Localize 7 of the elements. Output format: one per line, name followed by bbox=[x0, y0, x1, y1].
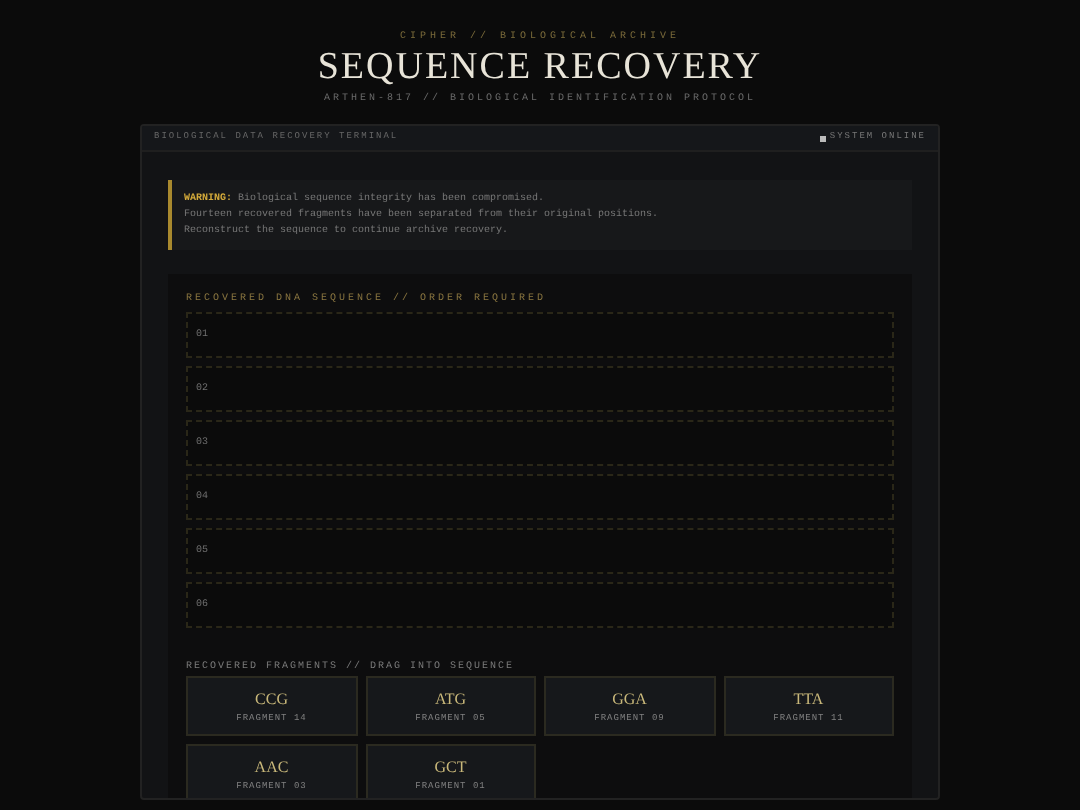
fragment-code: CCG bbox=[255, 689, 288, 707]
page-title: SEQUENCE RECOVERY bbox=[317, 46, 763, 90]
fragment-code: GCT bbox=[434, 757, 467, 775]
fragment-code: ATG bbox=[434, 689, 467, 707]
fragment-code: TTA bbox=[793, 689, 824, 707]
fragment-code: AAC bbox=[254, 757, 289, 775]
fragment-code: GGA bbox=[612, 689, 647, 707]
